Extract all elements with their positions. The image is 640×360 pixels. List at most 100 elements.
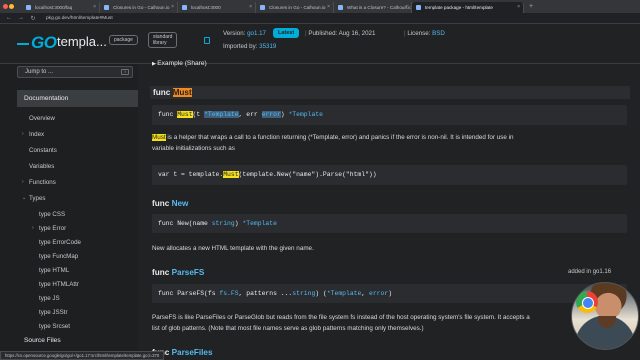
address-bar: ← → ↻ pkg.go.dev/html/template#Must	[0, 13, 640, 24]
close-tab-icon[interactable]: ×	[517, 2, 520, 13]
description-text: is a helper that wraps a call to a funct…	[165, 134, 514, 141]
close-tab-icon[interactable]: ×	[327, 2, 330, 13]
sidebar-item-type-htmlattr[interactable]: type HTMLAttr	[39, 281, 79, 288]
code-param: , patterns ...	[238, 290, 293, 297]
code-type-link[interactable]: *Template	[242, 220, 277, 227]
forward-icon[interactable]: →	[18, 15, 24, 21]
license-label: License:	[407, 30, 433, 37]
browser-tab[interactable]: localhost:3000/faq ×	[22, 2, 100, 13]
chip-line: library	[153, 40, 167, 46]
tab-label: What is a Closure? - Calhoun.io	[347, 5, 412, 10]
browser-tab[interactable]: Closures in Go - Calhoun.io ×	[100, 2, 178, 13]
new-tab-button[interactable]: +	[529, 3, 533, 10]
sidebar-item-type-errorcode[interactable]: type ErrorCode	[39, 239, 81, 246]
func-parsefs-heading: func ParseFS	[152, 268, 204, 277]
tab-label: localhost:3000/faq	[35, 5, 73, 10]
sidebar-item-type-js[interactable]: type JS	[39, 295, 60, 302]
sidebar-item-label: Functions	[29, 179, 56, 186]
page-header: GO templa... package standard library Ve…	[0, 24, 640, 64]
standard-library-chip: standard library	[148, 32, 178, 48]
favicon-icon	[260, 5, 265, 10]
code-type-link[interactable]: *Template	[288, 111, 323, 118]
jump-label: Jump to ...	[25, 69, 54, 75]
example-share-link[interactable]: ▶ Example (Share)	[152, 60, 207, 67]
code-func-name: ParseFS	[177, 290, 205, 297]
go-logo[interactable]: GO	[17, 33, 57, 53]
published-text: Published: Aug 16, 2021	[308, 30, 376, 37]
favicon-icon	[338, 5, 343, 10]
code-keyword: func	[158, 290, 178, 297]
code-type-link[interactable]: *Template	[204, 111, 239, 118]
must-signature: func Must(t *Template, err error) *Templ…	[152, 105, 627, 125]
minimize-window-button[interactable]	[9, 4, 14, 9]
sidebar-item-label: Types	[29, 195, 46, 202]
code-type-link[interactable]: error	[261, 111, 281, 118]
browser-tab[interactable]: Closures in Go - Calhoun.io ×	[256, 2, 334, 13]
func-must-heading: func Must	[150, 86, 630, 99]
code-text: ,	[361, 290, 369, 297]
func-new-heading: func New	[152, 199, 188, 208]
func-name[interactable]: ParseFS	[172, 268, 205, 277]
close-tab-icon[interactable]: ×	[405, 2, 408, 13]
new-description: New allocates a new HTML template with t…	[152, 245, 314, 252]
jump-to-button[interactable]: Jump to ... f	[17, 66, 133, 78]
chevron-right-icon: ›	[22, 131, 24, 137]
browser-tab[interactable]: localhost:3000 ×	[178, 2, 256, 13]
code-text: )	[388, 290, 393, 297]
close-tab-icon[interactable]: ×	[93, 2, 96, 13]
code-type-link[interactable]: string	[292, 290, 315, 297]
page-title: templa...	[57, 34, 107, 49]
sidebar-item-variables[interactable]: Variables	[29, 163, 54, 170]
code-type-link[interactable]: fs.FS	[219, 290, 238, 297]
sidebar-item-functions[interactable]: › Functions	[22, 179, 56, 186]
version-info: Version: go1.17	[223, 30, 266, 37]
sidebar-item-overview[interactable]: Overview	[29, 115, 55, 122]
sidebar-item-type-jsstr[interactable]: type JSStr	[39, 309, 68, 316]
imported-by-label: Imported by:	[223, 43, 260, 50]
sidebar-item-label: Index	[29, 131, 45, 138]
license-link[interactable]: BSD	[432, 30, 445, 37]
close-window-button[interactable]	[3, 4, 8, 9]
version-link[interactable]: go1.17	[247, 30, 266, 37]
code-func-name: New	[177, 220, 189, 227]
sidebar-item-type-srcset[interactable]: type Srcset	[39, 323, 70, 330]
func-name[interactable]: Must	[172, 88, 192, 97]
chevron-right-icon: ›	[22, 179, 24, 185]
close-tab-icon[interactable]: ×	[171, 2, 174, 13]
copy-icon[interactable]	[204, 37, 210, 44]
imported-by-link[interactable]: 35319	[259, 43, 276, 50]
sidebar-item-label: type Error	[39, 225, 67, 232]
example-link-label: Example (Share)	[157, 60, 207, 67]
sidebar-item-documentation[interactable]: Documentation	[17, 90, 138, 107]
new-signature: func New(name string) *Template	[152, 214, 627, 233]
link-status-bar: https://cs.opensource.google/go/go/+/go1…	[0, 351, 165, 360]
must-description: Must is a helper that wraps a call to a …	[152, 132, 627, 154]
sidebar-item-type-funcmap[interactable]: type FuncMap	[39, 253, 78, 260]
code-type-link[interactable]: error	[369, 290, 388, 297]
browser-tab[interactable]: What is a Closure? - Calhoun.io ×	[334, 2, 412, 13]
published-date: | Published: Aug 16, 2021	[305, 30, 376, 37]
sidebar-item-index[interactable]: › Index	[22, 131, 45, 138]
func-name[interactable]: New	[172, 199, 189, 208]
sidebar-item-constants[interactable]: Constants	[29, 147, 57, 154]
sidebar-item-source-files[interactable]: Source Files	[17, 337, 138, 344]
code-type-link[interactable]: string	[212, 220, 235, 227]
back-icon[interactable]: ←	[6, 15, 12, 21]
func-name[interactable]: ParseFiles	[172, 348, 213, 357]
code-type-link[interactable]: *Template	[327, 290, 362, 297]
presenter-face	[598, 316, 616, 328]
url-field[interactable]: pkg.go.dev/html/template#Must	[46, 16, 113, 21]
reload-icon[interactable]: ↻	[30, 15, 36, 22]
code-keyword: func	[158, 220, 178, 227]
sidebar-item-type-error[interactable]: › type Error	[32, 225, 67, 232]
sidebar-item-type-css[interactable]: type CSS	[39, 211, 65, 218]
chrome-logo-icon	[576, 291, 598, 313]
sidebar-item-types[interactable]: ⌄ Types	[22, 195, 46, 202]
tab-label: template package - html/template	[425, 5, 493, 10]
imported-by: Imported by: 35319	[223, 43, 276, 50]
browser-tab-active[interactable]: template package - html/template ×	[412, 2, 524, 13]
parsefs-description: ParseFS is like ParseFiles or ParseGlob …	[152, 312, 627, 334]
license-info: | License: BSD	[404, 30, 445, 37]
close-tab-icon[interactable]: ×	[249, 2, 252, 13]
sidebar-item-type-html[interactable]: type HTML	[39, 267, 69, 274]
